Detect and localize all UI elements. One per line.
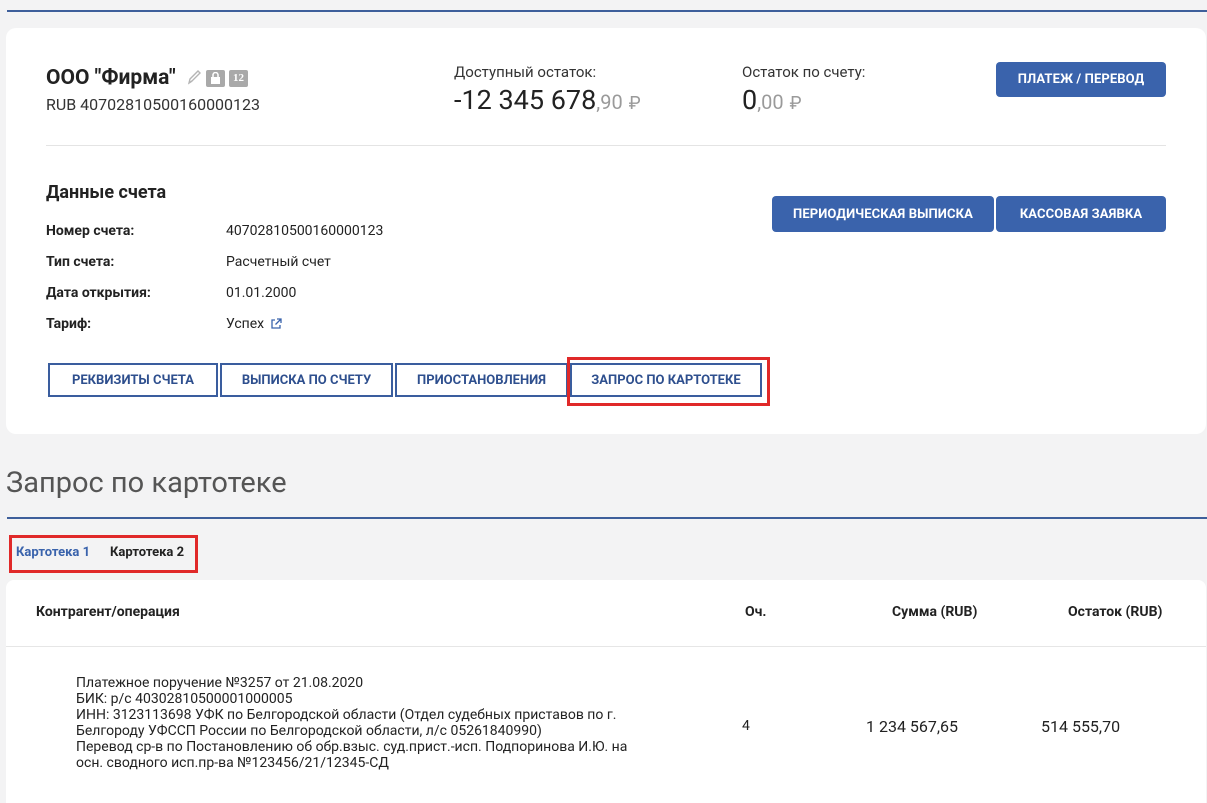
table-cell-queue: 4: [742, 718, 750, 734]
account-balance-label: Остаток по счету:: [742, 63, 866, 81]
detail-value-text: 01.01.2000: [226, 285, 297, 301]
ruble-icon: ₽: [628, 93, 641, 114]
table-cell-remaining: 514 555,70: [1041, 717, 1121, 736]
edit-pencil-icon[interactable]: [186, 69, 202, 87]
table-row-operation-description: Платежное поручение №3257 от 21.08.2020 …: [76, 675, 656, 771]
table-header-divider: [6, 646, 1206, 647]
payment-transfer-button[interactable]: ПЛАТЕЖ / ПЕРЕВОД: [996, 62, 1166, 97]
operation-line: ИНН: 3123113698 УФК по Белгородской обла…: [76, 707, 617, 723]
detail-label-type: Тип счета:: [46, 254, 115, 270]
tab-kartoteka-1[interactable]: Картотека 1: [16, 545, 90, 560]
ruble-icon: ₽: [789, 93, 802, 114]
detail-value-type: Расчетный счет: [226, 254, 331, 270]
detail-value-number: 40702810500160000123: [226, 223, 383, 239]
page-title: Запрос по картотеке: [6, 466, 287, 500]
operation-line: Перевод ср-в по Постановлению об обр.взы…: [76, 739, 628, 755]
card-divider: [46, 145, 1166, 146]
account-balance-int: 0: [742, 84, 758, 116]
account-requisites-button[interactable]: РЕКВИЗИТЫ СЧЕТА: [48, 363, 218, 397]
col-header-counterparty: Контрагент/операция: [36, 604, 180, 620]
detail-value-text: 40702810500160000123: [226, 223, 384, 239]
detail-label-tariff: Тариф:: [46, 316, 92, 332]
operation-line: БИК: р/с 40302810500001000005: [76, 691, 293, 707]
external-link-icon[interactable]: [270, 318, 282, 330]
operation-line: осн. сводного исп.пр-ва №123456/21/12345…: [76, 755, 389, 771]
card-file-request-button[interactable]: ЗАПРОС ПО КАРТОТЕКЕ: [570, 363, 762, 397]
account-name: ООО "Фирма": [46, 66, 176, 90]
available-balance-label: Доступный остаток:: [454, 63, 597, 81]
account-statement-button[interactable]: ВЫПИСКА ПО СЧЕТУ: [220, 363, 393, 397]
account-balance-dec: ,00: [757, 90, 784, 114]
detail-label-open-date: Дата открытия:: [46, 285, 151, 301]
table-cell-sum: 1 234 567,65: [866, 717, 959, 736]
available-balance-value: -12 345 678,90 ₽: [454, 84, 641, 116]
col-header-remaining: Остаток (RUB): [1068, 604, 1163, 620]
detail-label-number: Номер счета:: [46, 223, 135, 239]
col-header-sum: Сумма (RUB): [892, 604, 978, 620]
account-balance-value: 0,00 ₽: [742, 84, 802, 116]
section-divider: [7, 517, 1207, 519]
col-header-queue: Оч.: [745, 604, 767, 620]
operation-line: Белгороду УФССП России по Белгородской о…: [76, 723, 542, 739]
tariff-link[interactable]: Успех: [226, 316, 264, 332]
available-balance-dec: ,90: [596, 90, 623, 114]
lock-icon[interactable]: [206, 69, 225, 87]
tab-kartoteka-2[interactable]: Картотека 2: [110, 545, 184, 560]
account-icons: 12: [186, 69, 248, 87]
account-number-line: RUB 40702810500160000123: [46, 95, 261, 114]
cash-request-button[interactable]: КАССОВАЯ ЗАЯВКА: [996, 196, 1166, 232]
operation-line: Платежное поручение №3257 от 21.08.2020: [76, 675, 364, 691]
calendar-12-icon[interactable]: 12: [229, 69, 248, 87]
available-balance-int: -12 345 678: [454, 84, 597, 116]
periodic-statement-button[interactable]: ПЕРИОДИЧЕСКАЯ ВЫПИСКА: [772, 196, 994, 232]
detail-value-open-date: 01.01.2000: [226, 285, 296, 301]
detail-value-tariff[interactable]: Успех: [226, 316, 282, 332]
account-details-title: Данные счета: [46, 182, 167, 203]
detail-value-text: Расчетный счет: [226, 254, 331, 270]
account-card: ООО "Фирма" 12 RUB 40702810500160000123 …: [6, 28, 1206, 434]
suspensions-button[interactable]: ПРИОСТАНОВЛЕНИЯ: [395, 363, 568, 397]
top-divider: [7, 10, 1207, 12]
